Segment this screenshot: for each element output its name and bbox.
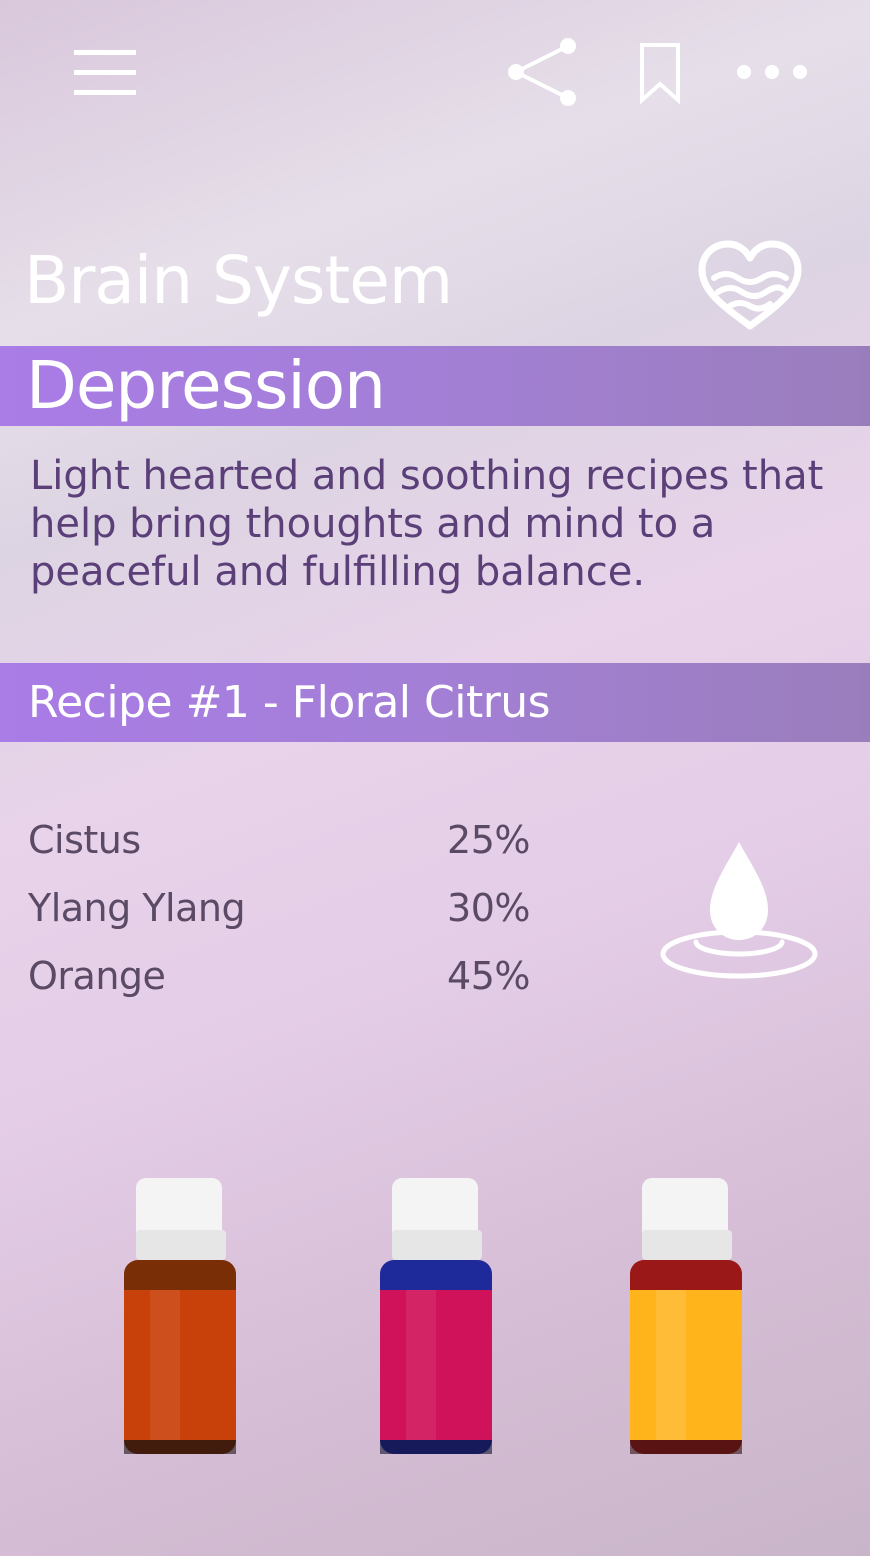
ingredient-percent: 45% (447, 954, 530, 998)
recipe-title[interactable]: Recipe #1 - Floral Citrus (28, 676, 551, 730)
ingredient-row: Ylang Ylang 30% (28, 886, 548, 954)
ingredient-name: Ylang Ylang (28, 886, 246, 930)
bookmark-icon[interactable] (638, 42, 682, 104)
ingredient-percent: 25% (447, 818, 530, 862)
ingredient-row: Orange 45% (28, 954, 548, 1022)
section-title: Brain System (24, 242, 453, 319)
ingredient-row: Cistus 25% (28, 818, 548, 886)
heart-waves-icon (698, 240, 802, 330)
condition-title: Depression (26, 347, 386, 424)
oil-bottle (380, 1178, 492, 1454)
more-icon[interactable] (734, 60, 810, 84)
share-icon[interactable] (504, 36, 582, 108)
oil-bottle (124, 1178, 236, 1454)
ingredient-name: Cistus (28, 818, 141, 862)
ingredient-percent: 30% (447, 886, 530, 930)
top-toolbar (0, 0, 870, 150)
oil-drop-icon (660, 842, 818, 979)
condition-description: Light hearted and soothing recipes that … (30, 453, 824, 595)
ingredient-name: Orange (28, 954, 166, 998)
menu-icon[interactable] (72, 48, 138, 98)
oil-bottle (630, 1178, 742, 1454)
ingredient-list: Cistus 25% Ylang Ylang 30% Orange 45% (28, 818, 548, 1022)
